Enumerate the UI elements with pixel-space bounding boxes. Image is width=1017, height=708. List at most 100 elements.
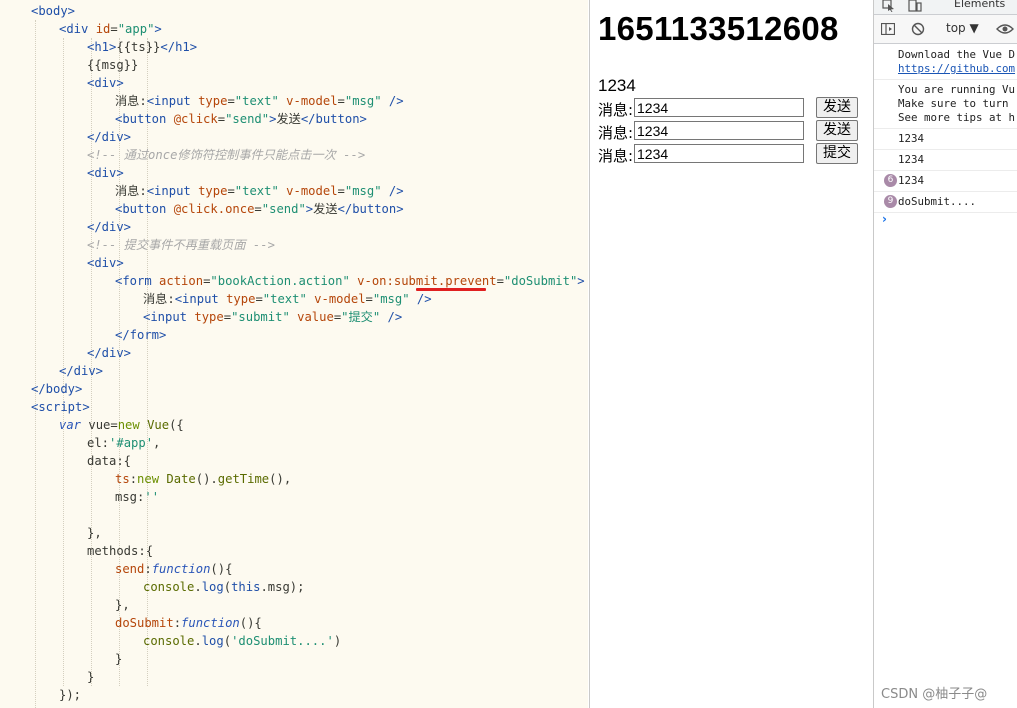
code-line: <form action = "bookAction.action" v-on:su…: [115, 272, 585, 290]
code-token: {{ts}}: [116, 40, 161, 54]
code-line: </body>: [31, 380, 82, 398]
code-token: new: [117, 418, 148, 432]
code-line: <script>: [31, 398, 90, 416]
code-token: <div>: [87, 256, 124, 270]
code-token: "app": [117, 22, 155, 36]
code-line: msg:'': [115, 488, 159, 506]
sidebar-toggle-icon[interactable]: [881, 23, 895, 35]
code-token: <!-- 提交事件不再重载页面 -->: [87, 238, 275, 252]
message-input-1[interactable]: [634, 98, 804, 117]
code-token: type: [198, 184, 228, 198]
code-token: var: [59, 418, 89, 432]
eye-icon[interactable]: [996, 23, 1014, 35]
code-line: }: [87, 668, 94, 686]
console-link[interactable]: https://github.com: [898, 62, 1015, 75]
code-token: =: [223, 310, 232, 324]
code-token: }: [87, 670, 95, 684]
code-token: "msg": [344, 184, 382, 198]
code-line: <!-- 通过once修饰符控制事件只能点击一次 -->: [87, 146, 365, 164]
code-token: {{msg}}: [87, 58, 139, 72]
tab-elements[interactable]: Elements: [954, 0, 1005, 10]
console-prompt-icon[interactable]: ›: [882, 212, 887, 226]
context-selector[interactable]: top ▼: [946, 21, 979, 35]
code-token: =: [255, 292, 263, 306]
code-token: "send": [225, 112, 270, 126]
inspect-cursor-icon[interactable]: [882, 0, 896, 12]
code-line: </div>: [87, 344, 131, 362]
code-line: console.log(this.msg);: [143, 578, 304, 596]
clear-console-icon[interactable]: [911, 22, 925, 36]
code-line: <button @click="send">发送</button>: [115, 110, 367, 128]
code-token: ({: [169, 418, 184, 432]
code-token: ts: [115, 472, 130, 486]
code-token: 'doSubmit....': [231, 634, 334, 648]
code-token: =: [254, 202, 262, 216]
submit-button[interactable]: 提交: [816, 143, 858, 164]
code-token: el:: [87, 436, 110, 450]
code-line: <button @click.once="send">发送</button>: [115, 200, 404, 218]
code-line: el:'#app',: [87, 434, 160, 452]
code-token: });: [59, 688, 82, 702]
code-token: data:{: [87, 454, 132, 468]
code-token: Vue: [147, 418, 170, 432]
send-button[interactable]: 发送: [816, 97, 858, 118]
code-token: =: [227, 184, 235, 198]
code-line: <input type="submit" value="提交" />: [143, 308, 402, 326]
code-line: },: [115, 596, 130, 614]
code-line: }: [115, 650, 122, 668]
code-line: send:function(){: [115, 560, 232, 578]
code-token: =: [337, 94, 345, 108]
code-token: "send": [261, 202, 306, 216]
code-token: ().: [195, 472, 218, 486]
console-message: 9 doSubmit....: [874, 191, 1017, 213]
code-line: <div id="app">: [59, 20, 162, 38]
code-token: v-model: [278, 184, 338, 198]
code-token: :: [129, 472, 138, 486]
code-line: </div>: [87, 218, 131, 236]
device-toggle-icon[interactable]: [908, 0, 922, 12]
code-token: console: [143, 634, 195, 648]
code-token: <script>: [31, 400, 90, 414]
code-line: ts:new Date().getTime(),: [115, 470, 291, 488]
code-line: <!-- 提交事件不再重载页面 -->: [87, 236, 275, 254]
code-token: methods:{: [87, 544, 154, 558]
console-text: 1234: [898, 132, 925, 145]
code-token: />: [381, 184, 404, 198]
message-label: 消息:: [598, 124, 634, 142]
send-once-button[interactable]: 发送: [816, 120, 858, 141]
code-token: <input: [174, 292, 227, 306]
code-token: :: [173, 616, 182, 630]
code-token: "text": [234, 94, 279, 108]
console-message: 1234: [874, 128, 1017, 150]
code-token: </div>: [87, 346, 132, 360]
message-input-2[interactable]: [634, 121, 804, 140]
code-line: });: [59, 686, 81, 704]
code-token: v-on:submit.prevent: [349, 274, 497, 288]
code-token: function: [181, 616, 240, 630]
code-editor[interactable]: <body> <div id="app"> <h1>{{ts}}</h1> {{msg…: [0, 0, 588, 708]
code-token: ,: [153, 436, 161, 450]
code-line: console.log('doSubmit....'): [143, 632, 341, 650]
code-token: console: [143, 580, 195, 594]
message-text: 1234: [598, 76, 636, 95]
code-line: doSubmit:function(){: [115, 614, 262, 632]
code-token: '': [144, 490, 160, 504]
console-text: See more tips at h: [898, 111, 1016, 124]
code-token: (: [223, 580, 232, 594]
code-token: this: [231, 580, 261, 594]
message-input-3[interactable]: [634, 144, 804, 163]
code-token: type: [226, 292, 256, 306]
code-token: new: [137, 472, 167, 486]
code-line: {{msg}}: [87, 56, 138, 74]
code-token: vue=: [88, 418, 118, 432]
devtools-panel: Elements top ▼ Download the Vue Dhttps:/…: [873, 0, 1017, 708]
console-text: Download the Vue D: [898, 48, 1016, 61]
code-token: </h1>: [160, 40, 198, 54]
code-token: function: [151, 562, 211, 576]
code-line: <h1>{{ts}}</h1>: [87, 38, 197, 56]
code-line: </div>: [59, 362, 103, 380]
code-line: 消息:<input type="text" v-model="msg" />: [115, 182, 404, 200]
code-token: 消息:: [115, 184, 147, 198]
code-line: <div>: [87, 254, 124, 272]
watermark: CSDN @柚子子@: [881, 687, 988, 702]
